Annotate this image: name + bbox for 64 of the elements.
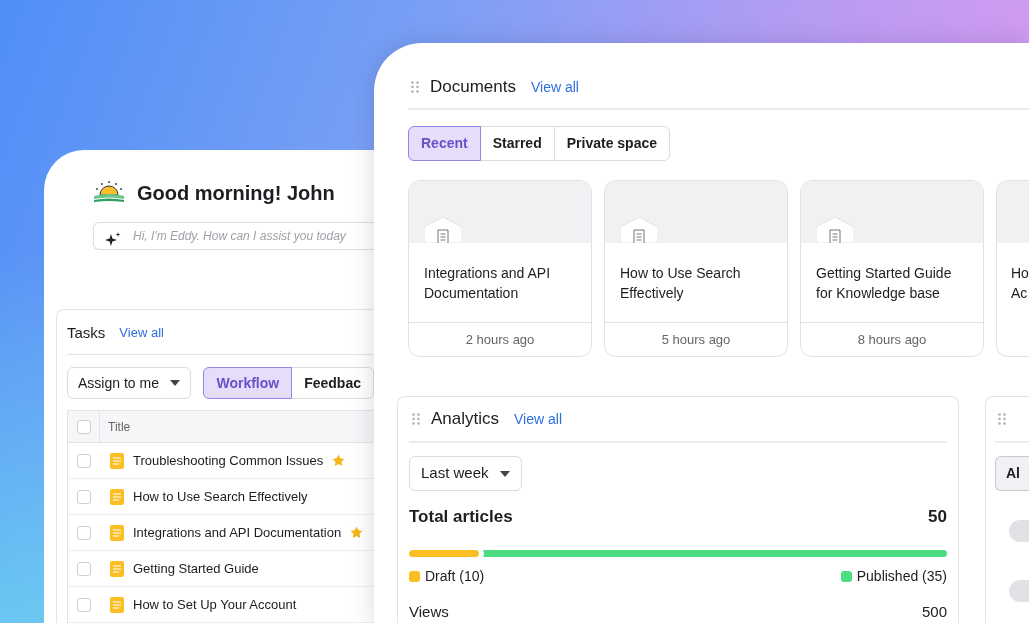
legend-label: Published (35) xyxy=(856,566,947,586)
period-dropdown[interactable]: Last week xyxy=(409,456,522,491)
views-value: 500 xyxy=(921,601,947,622)
drag-handle-icon[interactable] xyxy=(998,413,1006,425)
document-icon xyxy=(110,524,124,541)
view-all-link[interactable]: View all xyxy=(531,76,579,98)
avatar xyxy=(1009,520,1029,542)
view-all-link[interactable]: View all xyxy=(119,323,164,343)
task-title: How to Use Search Effectively xyxy=(133,487,308,506)
document-icon xyxy=(110,596,124,613)
star-icon[interactable] xyxy=(350,526,364,539)
tab[interactable]: Starred xyxy=(479,126,555,161)
document-title: Ac xyxy=(1011,284,1029,303)
document-title: How to Use Search Effectively xyxy=(620,264,742,303)
avatar xyxy=(1009,580,1029,602)
checkbox[interactable] xyxy=(77,525,91,540)
checkbox[interactable] xyxy=(77,561,91,576)
document-card[interactable]: Integrations and API Documentation 2 hours ago xyxy=(408,180,592,357)
document-time: 5 hours ago xyxy=(661,330,731,349)
panel-title: Tasks xyxy=(67,322,106,343)
total-value: 50 xyxy=(928,506,947,528)
tab[interactable]: Recent xyxy=(408,126,481,161)
column-header: Title xyxy=(108,418,131,436)
document-icon xyxy=(816,217,854,243)
sunrise-icon xyxy=(93,181,125,205)
document-icon xyxy=(110,452,124,469)
drag-handle-icon[interactable] xyxy=(412,413,420,425)
panel-title: Analytics xyxy=(431,408,500,431)
document-time: 8 hours ago xyxy=(857,330,927,349)
document-icon xyxy=(110,488,124,505)
document-card[interactable]: Ho Ac xyxy=(996,180,1029,357)
drag-handle-icon[interactable] xyxy=(411,81,419,93)
legend-label: Draft (10) xyxy=(425,566,485,586)
views-label: Views xyxy=(409,601,449,622)
total-label: Total articles xyxy=(409,506,513,528)
document-card[interactable]: How to Use Search Effectively 5 hours ago xyxy=(604,180,788,357)
greeting-title: Good morning! John xyxy=(137,181,335,206)
document-icon xyxy=(424,217,462,243)
view-all-link[interactable]: View all xyxy=(514,408,563,430)
task-title: Integrations and API Documentation xyxy=(133,523,342,542)
task-title: Troubleshooting Common Issues xyxy=(133,451,324,470)
task-title: Getting Started Guide xyxy=(133,559,259,578)
document-icon xyxy=(110,560,124,577)
star-icon[interactable] xyxy=(332,454,346,467)
document-title: Integrations and API Documentation xyxy=(424,264,552,303)
tab[interactable]: Al xyxy=(995,456,1029,491)
document-title: Getting Started Guide for Knowledge base xyxy=(816,264,953,303)
checkbox[interactable] xyxy=(77,453,91,468)
document-title: Ho xyxy=(1011,264,1029,283)
tab[interactable]: Feedbac xyxy=(291,367,374,399)
tab[interactable]: Private space xyxy=(553,126,670,161)
document-time: 2 hours ago xyxy=(465,330,535,349)
caret-icon xyxy=(170,380,181,386)
document-icon xyxy=(620,217,658,243)
checkbox[interactable] xyxy=(76,419,91,434)
assignee-dropdown[interactable]: Assign to me xyxy=(67,367,192,399)
task-title: How to Set Up Your Account xyxy=(133,595,297,614)
panel-title: Documents xyxy=(430,76,516,99)
assistant-input[interactable]: Hi, I'm Eddy. How can I assist you today xyxy=(93,222,374,250)
caret-icon xyxy=(500,470,510,477)
checkbox[interactable] xyxy=(77,597,91,612)
tab[interactable]: Workflow xyxy=(203,367,293,399)
document-card[interactable]: Getting Started Guide for Knowledge base 8 hours ago xyxy=(800,180,984,357)
checkbox[interactable] xyxy=(77,489,91,504)
